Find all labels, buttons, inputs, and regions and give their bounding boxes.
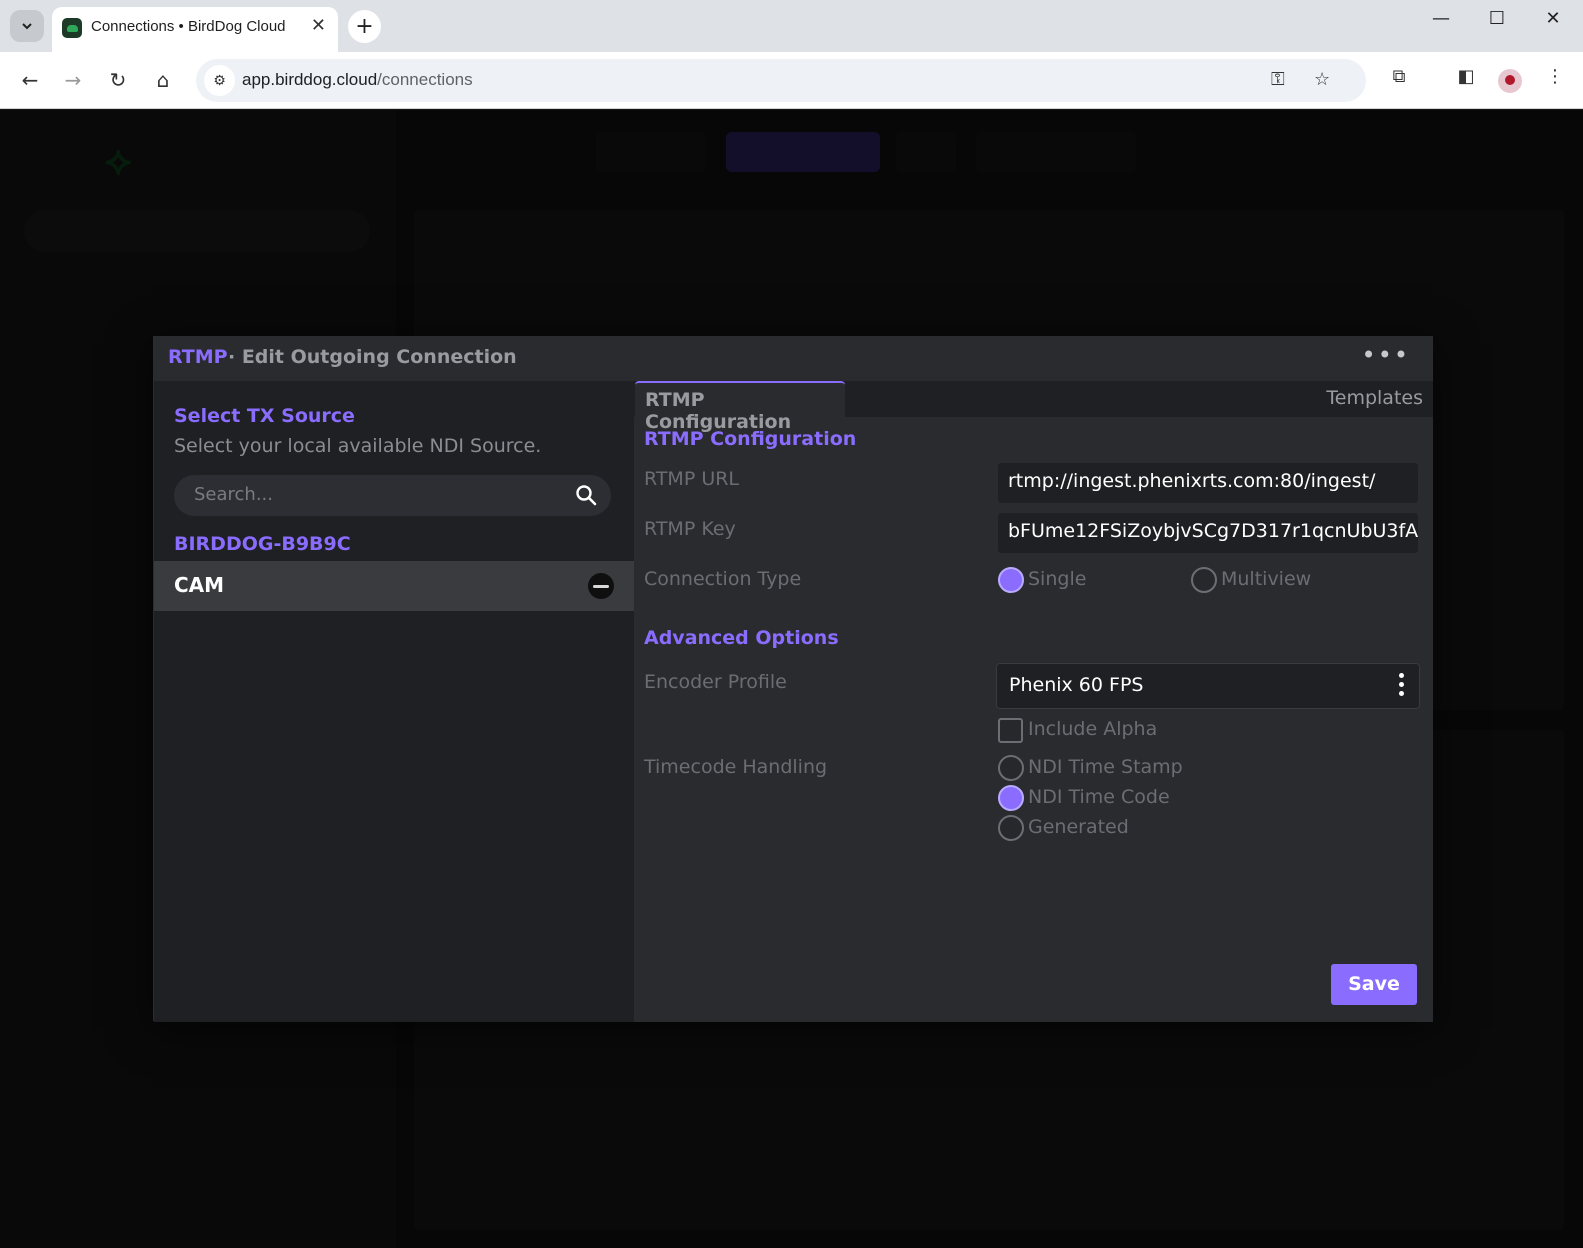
encoder-profile-select[interactable]: Phenix 60 FPS — [996, 663, 1420, 709]
radio-ndi-time-code[interactable] — [998, 785, 1024, 811]
encoder-profile-value: Phenix 60 FPS — [1009, 674, 1144, 696]
forward-icon[interactable]: → — [59, 66, 87, 94]
reload-icon[interactable]: ↻ — [104, 66, 132, 94]
modal-title: · Edit Outgoing Connection — [228, 346, 517, 368]
modal-header: RTMP · Edit Outgoing Connection ••• — [154, 337, 1432, 381]
url-text: app.birddog.cloud/connections — [242, 70, 473, 89]
config-tabs: RTMP Configuration Templates — [634, 381, 1433, 433]
tab-close-icon[interactable]: ✕ — [311, 15, 326, 36]
browser-tab-bar: Connections • BirdDog Cloud ✕ + — ☐ ✕ — [0, 0, 1583, 52]
browser-tab[interactable]: Connections • BirdDog Cloud ✕ — [52, 7, 338, 52]
minimize-icon[interactable]: — — [1426, 8, 1456, 29]
edit-connection-modal: RTMP · Edit Outgoing Connection ••• Sele… — [153, 336, 1433, 1022]
radio-generated[interactable] — [998, 815, 1024, 841]
tab-search-button[interactable] — [10, 10, 44, 42]
rtmp-config-title: RTMP Configuration — [644, 428, 857, 450]
connection-type-label: Connection Type — [644, 568, 802, 590]
radio-ndi-time-stamp[interactable] — [998, 755, 1024, 781]
source-group-name: BIRDDOG-B9B9C — [174, 533, 351, 555]
rtmp-url-input[interactable]: rtmp://ingest.phenixrts.com:80/ingest/ — [998, 463, 1418, 503]
tab-templates[interactable]: Templates — [1326, 387, 1423, 409]
back-icon[interactable]: ← — [16, 66, 44, 94]
star-icon[interactable]: ☆ — [1314, 69, 1330, 90]
radio-ndi-time-code-label: NDI Time Code — [1028, 786, 1170, 808]
site-settings-icon[interactable]: ⚙ — [204, 65, 235, 96]
radio-multiview[interactable] — [1191, 567, 1217, 593]
maximize-icon[interactable]: ☐ — [1482, 8, 1512, 29]
birddog-favicon-icon — [62, 18, 82, 38]
encoder-profile-label: Encoder Profile — [644, 671, 787, 693]
source-pane: Select TX Source Select your local avail… — [154, 381, 634, 1022]
browser-toolbar: ← → ↻ ⌂ ⚙ app.birddog.cloud/connections … — [0, 52, 1583, 109]
modal-protocol: RTMP — [168, 346, 228, 368]
menu-icon[interactable]: ⋮ — [1541, 66, 1569, 87]
source-title: Select TX Source — [174, 405, 355, 427]
radio-single[interactable] — [998, 567, 1024, 593]
config-pane: RTMP Configuration Templates RTMP Config… — [634, 381, 1433, 1022]
source-item-cam[interactable]: CAM — [154, 561, 634, 611]
tab-title: Connections • BirdDog Cloud — [91, 18, 286, 35]
radio-generated-label: Generated — [1028, 816, 1129, 838]
search-icon[interactable] — [573, 482, 599, 508]
remove-source-icon[interactable] — [588, 573, 614, 599]
source-subtitle: Select your local available NDI Source. — [174, 435, 542, 457]
close-window-icon[interactable]: ✕ — [1538, 8, 1568, 29]
source-item-label: CAM — [174, 573, 225, 597]
extensions-icon[interactable]: ⧉ — [1385, 66, 1413, 87]
timecode-label: Timecode Handling — [644, 756, 828, 778]
key-icon[interactable]: ⚿ — [1271, 69, 1285, 90]
home-icon[interactable]: ⌂ — [149, 66, 177, 94]
radio-single-label: Single — [1028, 568, 1087, 590]
advanced-options-title: Advanced Options — [644, 627, 839, 649]
side-panel-icon[interactable]: ◧ — [1452, 66, 1480, 87]
profile-avatar[interactable] — [1498, 69, 1522, 93]
radio-multiview-label: Multiview — [1221, 568, 1312, 590]
save-button[interactable]: Save — [1331, 964, 1417, 1005]
address-bar[interactable]: ⚙ app.birddog.cloud/connections ⚿ ☆ — [196, 59, 1366, 102]
new-tab-button[interactable]: + — [348, 10, 381, 43]
chevron-down-icon — [22, 23, 32, 30]
kebab-menu-icon[interactable] — [1399, 673, 1405, 699]
rtmp-url-label: RTMP URL — [644, 468, 740, 490]
include-alpha-label: Include Alpha — [1028, 718, 1158, 740]
search-placeholder: Search... — [194, 484, 274, 505]
source-search-input[interactable]: Search... — [174, 475, 611, 516]
tab-rtmp-configuration[interactable]: RTMP Configuration — [635, 381, 845, 433]
include-alpha-checkbox[interactable] — [998, 718, 1023, 743]
radio-ndi-time-stamp-label: NDI Time Stamp — [1028, 756, 1183, 778]
rtmp-key-label: RTMP Key — [644, 518, 736, 540]
rtmp-key-input[interactable]: bFUme12FSiZoybjvSCg7D317r1qcnUbU3fA — [998, 513, 1418, 553]
more-options-icon[interactable]: ••• — [1362, 341, 1410, 369]
